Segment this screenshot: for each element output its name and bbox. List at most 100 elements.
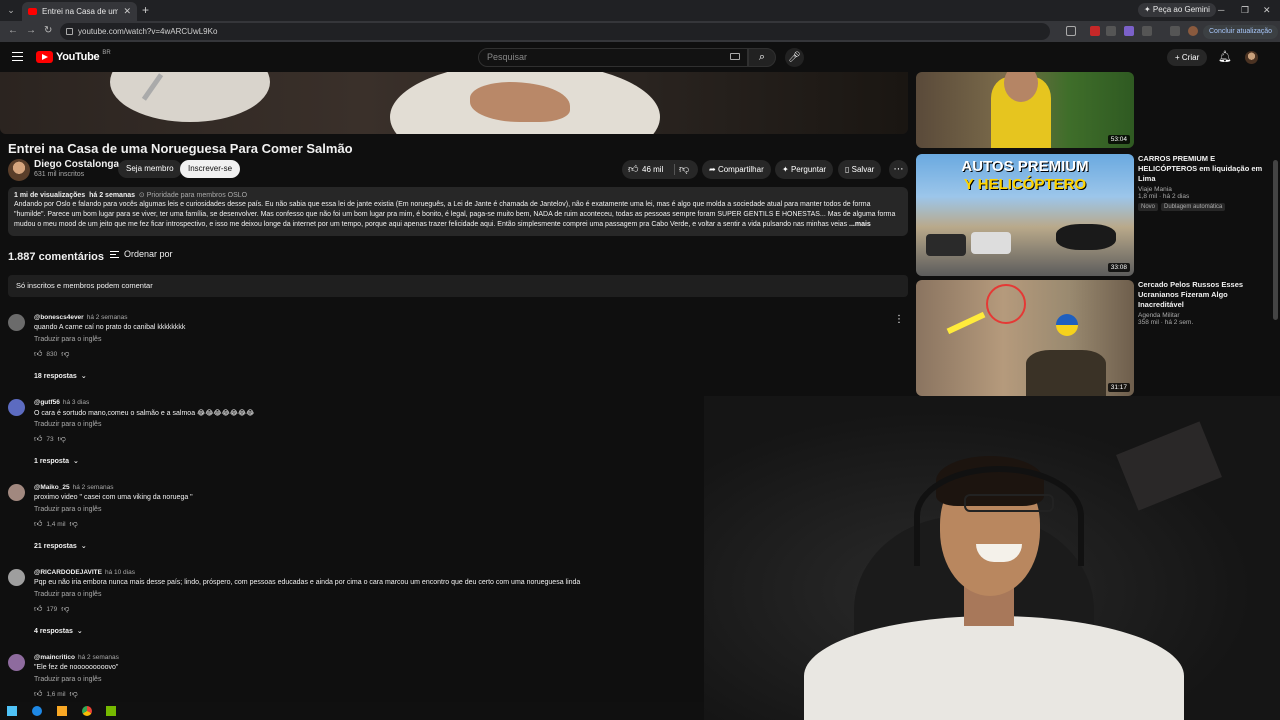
avatar[interactable] bbox=[8, 569, 25, 586]
share-button[interactable]: ➦ Compartilhar bbox=[702, 160, 771, 179]
like-icon[interactable]: 👍︎ bbox=[34, 604, 42, 614]
subscribe-button[interactable]: Inscrever-se bbox=[180, 160, 241, 178]
browser-tab[interactable]: Entrei na Casa de uma Norueg... ✕ bbox=[22, 2, 137, 21]
site-info-icon[interactable] bbox=[66, 28, 73, 35]
avatar[interactable] bbox=[8, 314, 25, 331]
recommended-video-title: CARROS PREMIUM E HELICÓPTEROS em liquida… bbox=[1138, 154, 1263, 183]
dislike-icon[interactable]: 👎︎ bbox=[61, 604, 69, 614]
comment-author[interactable]: @gutf56 há 3 dias bbox=[34, 399, 89, 406]
account-avatar[interactable] bbox=[1245, 51, 1258, 64]
description-tags: ⊙ Prioridade para membros OSLO bbox=[138, 192, 248, 199]
notifications-bell-icon[interactable]: 🔔︎ bbox=[1218, 50, 1232, 64]
steam-icon[interactable] bbox=[32, 706, 42, 716]
voice-search-button[interactable]: 🎤︎ bbox=[785, 48, 804, 67]
nvidia-icon[interactable] bbox=[106, 706, 116, 716]
recommended-video-thumbnail[interactable]: 53:04 bbox=[916, 72, 1134, 148]
extension-icon[interactable] bbox=[1106, 26, 1116, 36]
description-body: Andando por Oslo e falando para vocês al… bbox=[14, 201, 896, 228]
replies-toggle[interactable]: 18 respostas ⌄ bbox=[34, 372, 87, 380]
restore-icon[interactable]: ❐ bbox=[1241, 3, 1249, 17]
reload-icon[interactable]: ↻ bbox=[44, 24, 52, 38]
reading-list-icon[interactable] bbox=[1170, 26, 1180, 36]
comment-author[interactable]: @bonescs4ever há 2 semanas bbox=[34, 314, 128, 321]
replies-toggle[interactable]: 4 respostas ⌄ bbox=[34, 627, 83, 635]
gemini-button[interactable]: ✦ Peça ao Gemini bbox=[1138, 3, 1216, 17]
star-icon[interactable] bbox=[1066, 26, 1076, 36]
divider bbox=[674, 164, 675, 175]
new-tab-button[interactable]: + bbox=[142, 3, 149, 17]
dislike-icon[interactable]: 👎︎ bbox=[58, 434, 66, 444]
extension-icon[interactable] bbox=[1124, 26, 1134, 36]
replies-toggle[interactable]: 21 respostas ⌄ bbox=[34, 542, 87, 550]
avatar[interactable] bbox=[8, 399, 25, 416]
like-icon[interactable]: 👍︎ bbox=[34, 519, 42, 529]
replies-toggle[interactable]: 1 resposta ⌄ bbox=[34, 457, 79, 465]
like-count[interactable]: 46 mil bbox=[642, 160, 663, 179]
more-actions-icon[interactable]: ⋯ bbox=[889, 160, 908, 179]
translate-link[interactable]: Traduzir para o inglês bbox=[34, 676, 101, 683]
scrollbar[interactable] bbox=[1273, 160, 1278, 320]
avatar[interactable] bbox=[8, 654, 25, 671]
search-input[interactable]: Pesquisar bbox=[478, 48, 748, 67]
forward-icon[interactable]: → bbox=[26, 24, 36, 38]
channel-name[interactable]: Diego Costalonga bbox=[34, 159, 130, 170]
join-button[interactable]: Seja membro bbox=[118, 160, 182, 178]
recommended-video-thumbnail[interactable]: 31:17 bbox=[916, 280, 1134, 396]
profile-avatar-icon[interactable] bbox=[1188, 26, 1198, 36]
translate-link[interactable]: Traduzir para o inglês bbox=[34, 336, 101, 343]
translate-link[interactable]: Traduzir para o inglês bbox=[34, 506, 101, 513]
search-icon: ⌕ bbox=[758, 51, 766, 63]
extension-icon[interactable] bbox=[1090, 26, 1100, 36]
translate-link[interactable]: Traduzir para o inglês bbox=[34, 421, 101, 428]
show-more-link[interactable]: ...mais bbox=[849, 221, 871, 228]
tab-search-icon[interactable]: ⌄ bbox=[4, 3, 18, 17]
back-icon[interactable]: ← bbox=[8, 24, 18, 38]
save-button[interactable]: ▯ Salvar bbox=[838, 160, 882, 179]
view-count: 1 mi de visualizações bbox=[14, 192, 86, 199]
recommended-video-stats: 1,8 mil · há 2 dias bbox=[1138, 193, 1190, 200]
comment-like-count: 73 bbox=[46, 435, 54, 443]
recommended-video-thumbnail[interactable]: AUTOS PREMIUM Y HELICÓPTERO 33:08 bbox=[916, 154, 1134, 276]
tab-close-icon[interactable]: ✕ bbox=[123, 6, 131, 17]
windows-start-icon[interactable] bbox=[7, 706, 17, 716]
description-box[interactable]: 1 mi de visualizações há 2 semanas ⊙ Pri… bbox=[8, 187, 908, 236]
channel-avatar[interactable] bbox=[8, 159, 30, 181]
close-window-icon[interactable]: ✕ bbox=[1263, 3, 1271, 17]
dislike-icon[interactable]: 👎︎ bbox=[70, 519, 78, 529]
dislike-icon[interactable]: 👎︎ bbox=[70, 689, 78, 699]
create-button[interactable]: + Criar bbox=[1167, 49, 1208, 66]
comment-author[interactable]: @Maiko_25 há 2 semanas bbox=[34, 484, 113, 491]
youtube-favicon-icon bbox=[28, 8, 37, 15]
extensions-puzzle-icon[interactable] bbox=[1142, 26, 1152, 36]
recommended-video-title: Cercado Pelos Russos Esses Ucranianos Fi… bbox=[1138, 280, 1244, 309]
video-player[interactable] bbox=[0, 72, 908, 134]
like-icon[interactable]: 👍︎ bbox=[628, 160, 638, 179]
search-button[interactable]: ⌕ bbox=[748, 48, 776, 67]
car-image bbox=[971, 232, 1011, 254]
comment-author[interactable]: @maincritico há 2 semanas bbox=[34, 654, 119, 661]
comment-menu-icon[interactable]: ⋮ bbox=[894, 314, 904, 325]
youtube-logo[interactable]: YouTube BR bbox=[36, 50, 111, 63]
menu-icon[interactable] bbox=[12, 52, 23, 61]
file-explorer-icon[interactable] bbox=[57, 706, 67, 716]
avatar[interactable] bbox=[8, 484, 25, 501]
dislike-icon[interactable]: 👎︎ bbox=[679, 160, 689, 179]
like-icon[interactable]: 👍︎ bbox=[34, 349, 42, 359]
minimize-icon[interactable]: ─ bbox=[1218, 3, 1224, 17]
translate-link[interactable]: Traduzir para o inglês bbox=[34, 591, 101, 598]
like-icon[interactable]: 👍︎ bbox=[34, 689, 42, 699]
comment-text: Pqp eu não iria embora nunca mais desse … bbox=[34, 579, 581, 586]
username: @RICARDODEJAVITE bbox=[34, 569, 102, 576]
ask-button[interactable]: ✦ Perguntar bbox=[775, 160, 834, 179]
like-icon[interactable]: 👍︎ bbox=[34, 434, 42, 444]
sort-button[interactable]: Ordenar por bbox=[110, 249, 173, 259]
chrome-icon[interactable] bbox=[82, 706, 92, 716]
recommended-video-info[interactable]: Cercado Pelos Russos Esses Ucranianos Fi… bbox=[1138, 280, 1268, 326]
keyboard-icon[interactable] bbox=[730, 53, 740, 60]
update-button[interactable]: Concluir atualização bbox=[1203, 25, 1279, 39]
dislike-icon[interactable]: 👎︎ bbox=[61, 349, 69, 359]
recommended-video-info[interactable]: CARROS PREMIUM E HELICÓPTEROS em liquida… bbox=[1138, 154, 1268, 211]
comment-author[interactable]: @RICARDODEJAVITE há 10 dias bbox=[34, 569, 135, 576]
address-bar[interactable]: youtube.com/watch?v=4wARCUwL9Ko bbox=[60, 23, 1050, 40]
tab-title: Entrei na Casa de uma Norueg... bbox=[42, 7, 119, 16]
